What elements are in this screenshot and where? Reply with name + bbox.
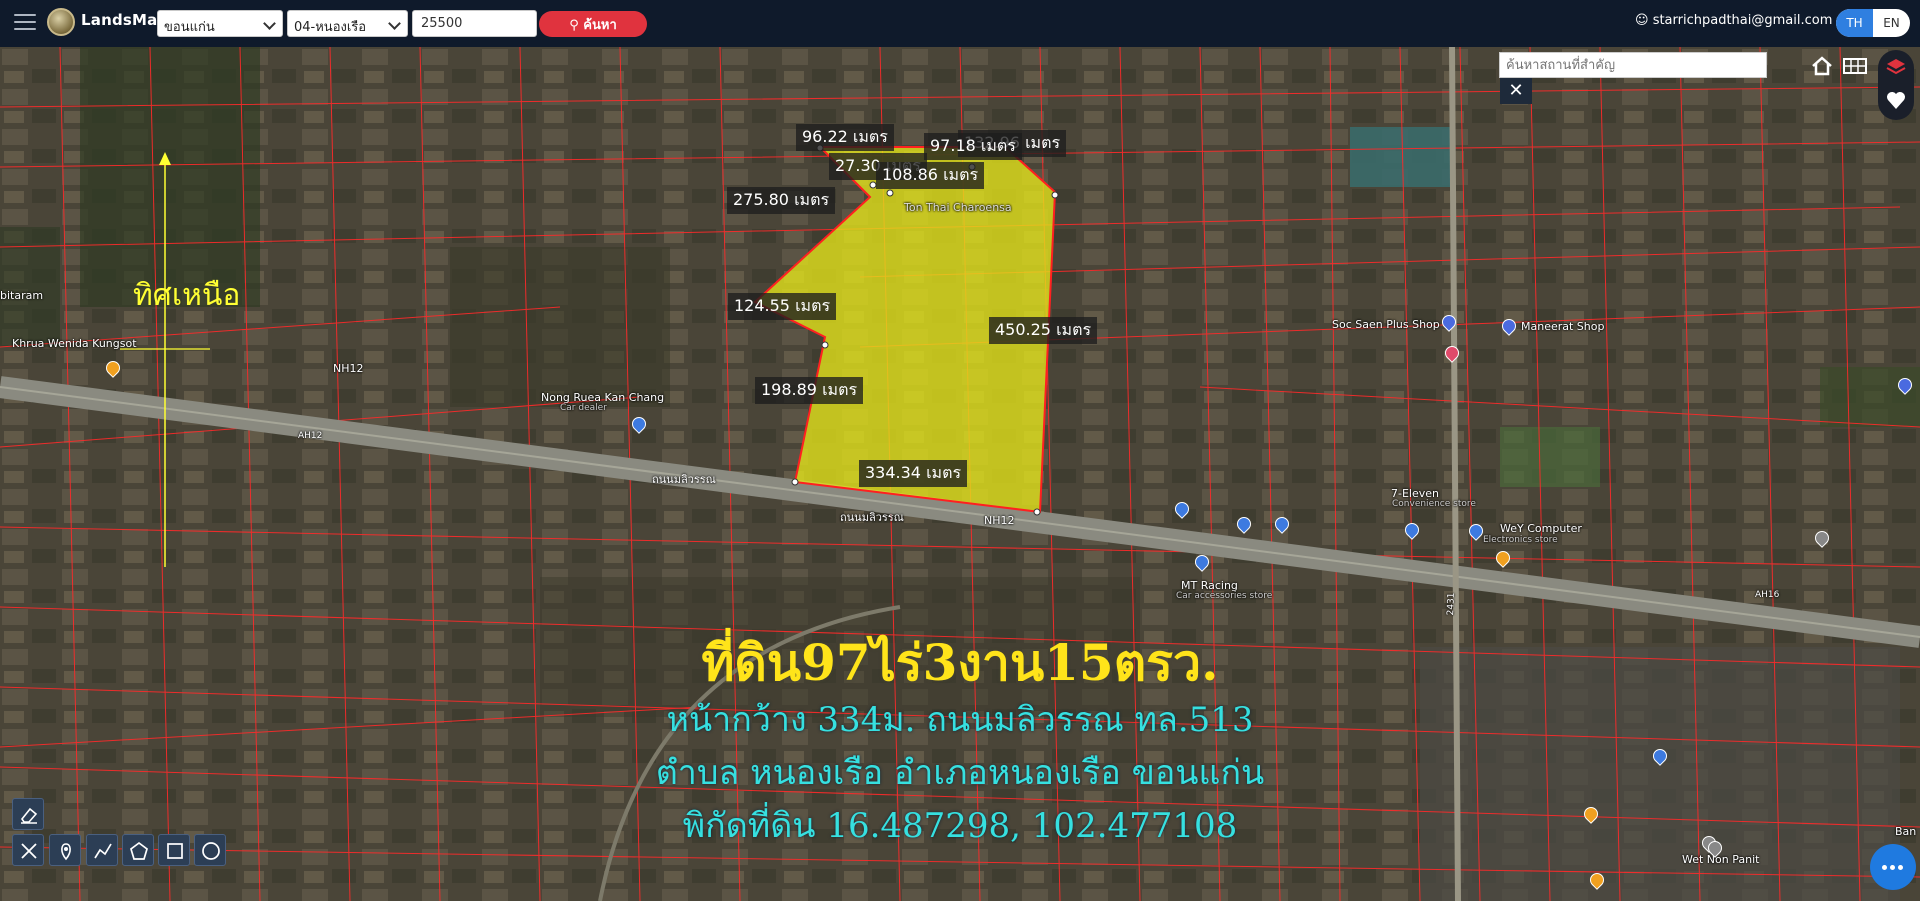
measurement-label: 334.34 เมตร (859, 460, 968, 487)
rectangle-icon (167, 843, 183, 859)
measurement-label: 198.89 เมตร (755, 377, 864, 404)
user-icon: ☺ (1635, 13, 1653, 28)
circle-icon (202, 842, 220, 860)
lang-en-button[interactable]: EN (1873, 9, 1910, 37)
place-sublabel: Car dealer (560, 403, 607, 413)
measure-tool-button[interactable] (12, 834, 44, 866)
eraser-tool-button[interactable] (12, 798, 44, 830)
search-button[interactable]: ⚲ ค้นหา (539, 11, 647, 37)
lang-th-button[interactable]: TH (1836, 9, 1873, 37)
place-label: Wet Non Panit (1682, 853, 1760, 866)
heart-icon[interactable] (1884, 88, 1908, 116)
road-label: NH12 (984, 514, 1015, 527)
user-email: starrichpadthai@gmail.com (1652, 13, 1833, 28)
province-value: ขอนแก่น (164, 20, 215, 35)
place-label: Khrua Wenida Kungsot (12, 337, 137, 350)
province-select[interactable]: ขอนแก่น (157, 10, 283, 37)
road-label: 2431 (1446, 592, 1457, 616)
layer-panel (1878, 50, 1914, 120)
more-options-button[interactable] (1870, 844, 1916, 890)
place-sublabel: Electronics store (1483, 535, 1558, 545)
place-label: WeY Computer (1500, 522, 1582, 535)
circle-tool-button[interactable] (194, 834, 226, 866)
search-icon: ⚲ (569, 17, 584, 33)
north-label: ทิศเหนือ (133, 278, 241, 313)
land-location: ตำบล หนองเรือ อำเภอหนองเรือ ขอนแก่น (655, 753, 1265, 793)
land-frontage: หน้ากว้าง 334ม. ถนนมลิวรรณ ทล.513 (666, 700, 1254, 740)
district-select[interactable]: 04-หนองเรือ (287, 10, 408, 37)
ruler-icon (21, 843, 37, 859)
polygon-icon (130, 841, 148, 860)
language-toggle: TH EN (1836, 9, 1910, 37)
menu-icon[interactable] (14, 14, 36, 32)
measurement-label: 275.80 เมตร (727, 187, 836, 214)
place-search-input[interactable] (1499, 52, 1767, 78)
zipcode-input[interactable] (412, 10, 537, 37)
top-bar: LandsMaps ขอนแก่น 04-หนองเรือ ⚲ ค้นหา ☺ … (0, 0, 1920, 47)
measurement-label: 96.22 เมตร (796, 124, 894, 151)
land-coordinates: พิกัดที่ดิน 16.487298, 102.477108 (682, 806, 1238, 846)
place-label: Maneerat Shop (1521, 320, 1605, 333)
road-label: AH12 (298, 431, 323, 441)
road-label: AH16 (1755, 590, 1780, 600)
app-logo (47, 8, 75, 36)
chevron-down-icon (263, 17, 276, 30)
home-icon[interactable] (1808, 52, 1836, 80)
place-sublabel: Car accessories store (1176, 591, 1273, 601)
place-label: bitaram (0, 289, 44, 302)
place-label: Ton Thai Charoensa (904, 201, 1012, 214)
measurement-label: 108.86 เมตร (876, 162, 985, 189)
road-label: ถนนมลิวรรณ (840, 511, 904, 524)
measurement-label: 124.55 เมตร (728, 293, 837, 320)
road-label: NH12 (333, 362, 364, 375)
measurement-label: 97.18 เมตร (924, 133, 1022, 160)
road-label: ถนนมลิวรรณ (652, 473, 716, 486)
district-value: 04-หนองเรือ (294, 20, 367, 35)
user-menu[interactable]: ☺ starrichpadthai@gmail.com (1635, 13, 1846, 28)
polygon-tool-button[interactable] (122, 834, 154, 866)
polyline-icon (94, 843, 112, 859)
place-label: Soc Saen Plus Shop (1332, 318, 1440, 331)
marker-tool-button[interactable] (49, 834, 81, 866)
measurement-label: 450.25 เมตร (989, 317, 1098, 344)
grid-icon[interactable] (1841, 52, 1869, 80)
rectangle-tool-button[interactable] (158, 834, 190, 866)
polyline-tool-button[interactable] (86, 834, 118, 866)
close-search-button[interactable]: ✕ (1500, 78, 1532, 104)
layers-icon[interactable] (1884, 56, 1908, 84)
place-sublabel: Convenience store (1392, 499, 1476, 509)
marker-icon (61, 843, 71, 861)
chevron-down-icon (388, 17, 401, 30)
search-label: ค้นหา (583, 17, 617, 33)
eraser-icon (21, 807, 38, 824)
